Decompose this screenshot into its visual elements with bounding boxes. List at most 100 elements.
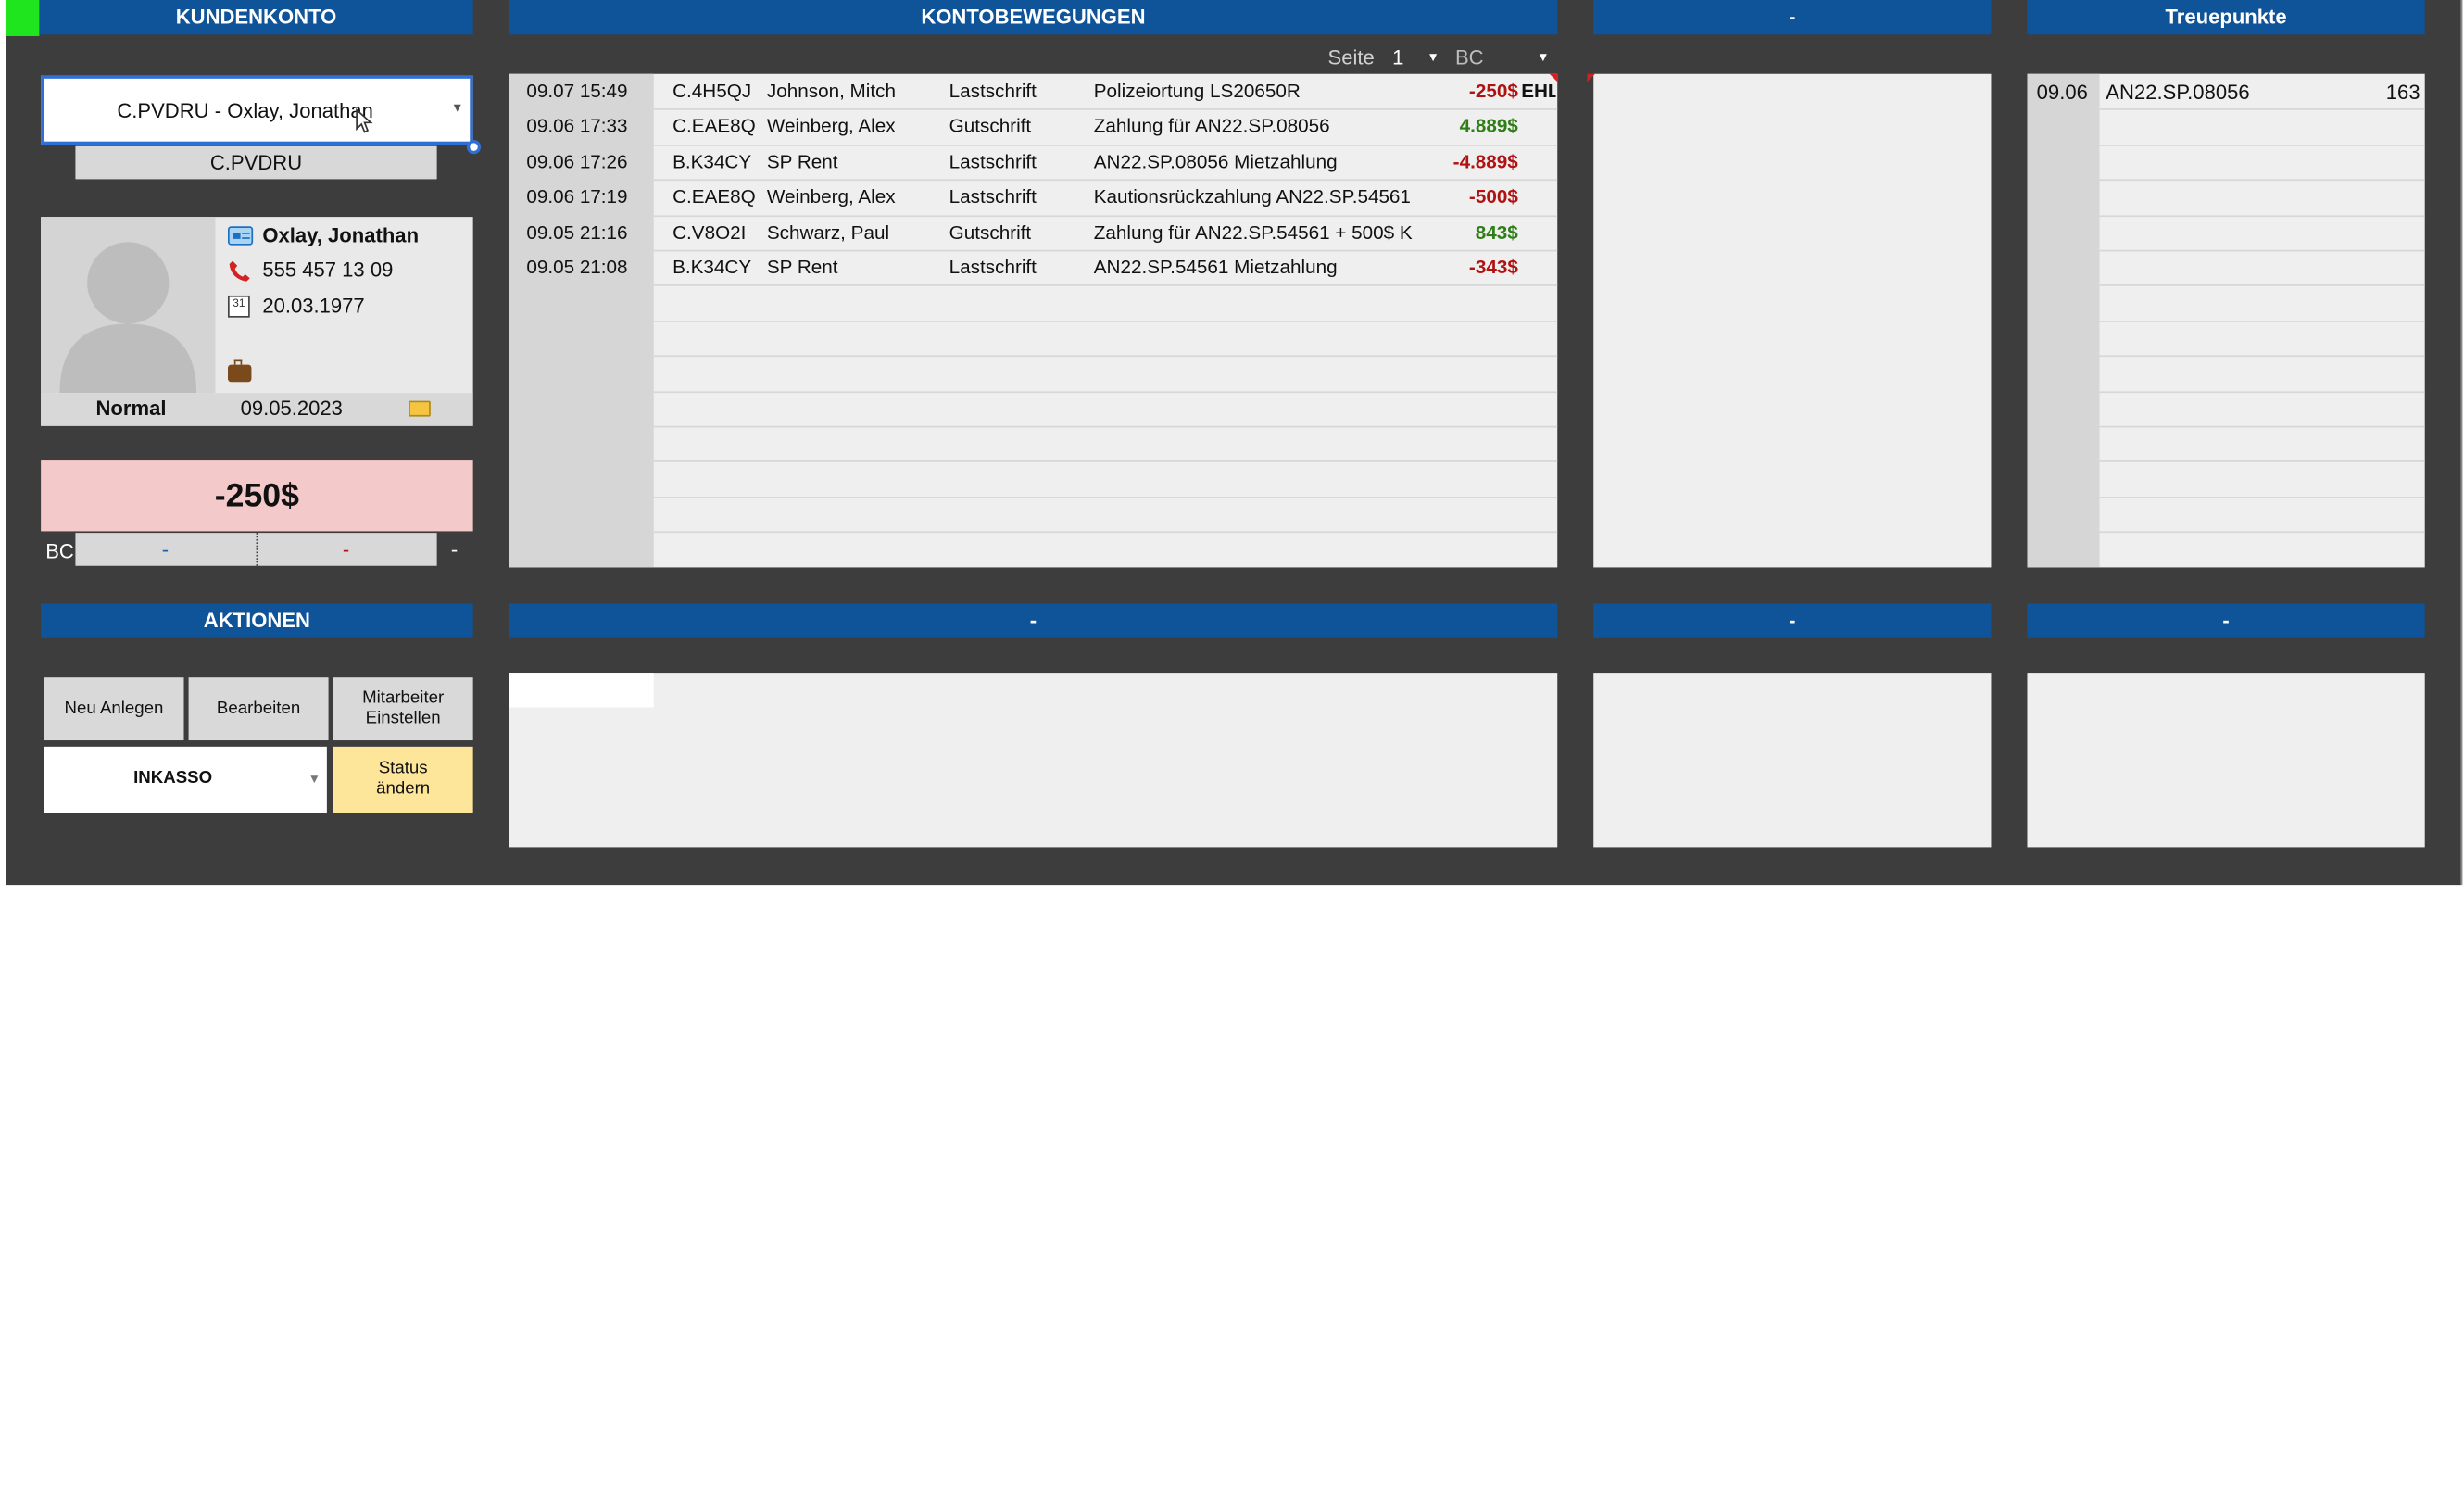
cell-type: Lastschrift: [949, 256, 1037, 279]
inkasso-select[interactable]: INKASSO ▼: [44, 746, 327, 813]
balance-box: -250$: [41, 460, 473, 532]
customer-selector[interactable]: C.PVDRU - Oxlay, Jonathan ▼: [41, 75, 473, 145]
cell-extra: EHL: [1521, 80, 1556, 103]
status-change-button[interactable]: Status ändern: [333, 746, 473, 813]
bottom-mid-cell: [509, 673, 654, 708]
loyalty-gridline: [2099, 460, 2425, 463]
header-kontobewegungen: KONTOBEWEGUNGEN: [509, 0, 1558, 35]
mouse-cursor-icon: [356, 108, 373, 133]
header-treuepunkte: Treuepunkte: [2027, 0, 2425, 35]
header-third: -: [1593, 0, 1992, 35]
header-aktionen: AKTIONEN: [41, 603, 473, 638]
avatar: [41, 217, 216, 394]
green-marker: [6, 0, 40, 37]
cell-desc: Kautionsrückzahlung AN22.SP.54561: [1093, 185, 1411, 208]
cell-amount: -250$: [1468, 80, 1518, 103]
customer-name: Oxlay, Jonathan: [262, 222, 420, 247]
transactions-panel: 09.07 15:49 C.4H5QJ Johnson, Mitch Lastschr…: [509, 73, 1558, 568]
table-gridline: [653, 320, 1558, 322]
third-panel: [1593, 73, 1992, 568]
header-kundenkonto: KUNDENKONTO: [39, 0, 473, 35]
loyalty-row[interactable]: 09.06 AN22.SP.08056 163: [2027, 74, 2424, 109]
right-edge-border: [2460, 0, 2463, 886]
cell-desc: AN22.SP.08056 Mietzahlung: [1093, 150, 1338, 173]
loyalty-cell-ref: AN22.SP.08056: [2106, 80, 2250, 104]
loyalty-gridline: [2099, 355, 2425, 358]
customer-code-box: C.PVDRU: [75, 145, 437, 180]
cell-name: Weinberg, Alex: [766, 185, 896, 208]
bc-value-3: -: [450, 537, 459, 561]
loyalty-gridline: [2099, 496, 2425, 498]
staff-settings-label-1: Mitarbeiter: [362, 688, 445, 708]
table-gridline: [653, 390, 1558, 393]
cell-desc: AN22.SP.54561 Mietzahlung: [1093, 256, 1338, 279]
edit-button[interactable]: Bearbeiten: [188, 677, 329, 741]
cell-type: Gutschrift: [949, 115, 1032, 138]
new-button-label: Neu Anlegen: [64, 699, 164, 718]
cell-name: Johnson, Mitch: [766, 80, 896, 103]
dropdown-arrow-icon[interactable]: ▼: [451, 101, 463, 115]
status-change-label-2: ändern: [376, 779, 431, 799]
customer-status: Normal: [95, 396, 167, 420]
cell-type: Lastschrift: [949, 185, 1037, 208]
inkasso-dropdown-arrow-icon[interactable]: ▼: [308, 772, 321, 786]
briefcase-icon: [227, 359, 252, 383]
table-gridline: [653, 284, 1558, 287]
loyalty-gridline: [2099, 284, 2425, 287]
page-label: Seite: [1327, 45, 1375, 69]
header-bottom-third: -: [1593, 603, 1992, 638]
cell-desc: Zahlung für AN22.SP.08056: [1093, 115, 1330, 138]
page-dropdown-arrow-icon[interactable]: ▼: [1427, 50, 1439, 64]
cell-code: B.K34CY: [673, 150, 752, 173]
folder-icon[interactable]: [409, 400, 431, 417]
customer-phone: 555 457 13 09: [262, 258, 394, 282]
loyalty-date-column-bg: [2027, 73, 2100, 568]
page-number[interactable]: 1: [1392, 45, 1403, 69]
table-row[interactable]: 09.07 15:49 C.4H5QJ Johnson, Mitch Lastschr…: [509, 74, 1556, 109]
staff-settings-button[interactable]: Mitarbeiter Einstellen: [333, 677, 473, 741]
new-button[interactable]: Neu Anlegen: [44, 677, 184, 741]
cell-datetime: 09.05 21:16: [526, 220, 628, 244]
table-row[interactable]: 09.05 21:08 B.K34CY SP Rent Lastschrift AN22…: [509, 250, 1556, 285]
bc-divider: [256, 533, 258, 566]
cell-name: Weinberg, Alex: [766, 115, 896, 138]
loyalty-gridline: [2099, 249, 2425, 252]
loyalty-gridline: [2099, 425, 2425, 428]
cell-code: C.EAE8Q: [673, 115, 756, 138]
table-gridline: [653, 425, 1558, 428]
filter-dropdown-arrow-icon[interactable]: ▼: [1537, 50, 1549, 64]
cell-datetime: 09.07 15:49: [526, 80, 628, 103]
cell-name: SP Rent: [766, 256, 838, 279]
cell-type: Gutschrift: [949, 220, 1032, 244]
cell-code: C.4H5QJ: [673, 80, 752, 103]
table-row[interactable]: 09.06 17:33 C.EAE8Q Weinberg, Alex Gutschri…: [509, 109, 1556, 145]
cell-amount: -500$: [1468, 185, 1518, 208]
bottom-right-panel: [2027, 673, 2425, 848]
phone-icon: [229, 260, 250, 282]
cell-amount: -343$: [1468, 256, 1518, 279]
loyalty-panel: 09.06 AN22.SP.08056 163: [2027, 73, 2425, 568]
table-row[interactable]: 09.06 17:19 C.EAE8Q Weinberg, Alex Lastschr…: [509, 180, 1556, 215]
cell-name: SP Rent: [766, 150, 838, 173]
header-bottom-right: -: [2027, 603, 2425, 638]
cell-datetime: 09.05 21:08: [526, 256, 628, 279]
balance-value: -250$: [214, 477, 299, 514]
cell-type: Lastschrift: [949, 80, 1037, 103]
cell-datetime: 09.06 17:19: [526, 185, 628, 208]
customer-selector-value: C.PVDRU - Oxlay, Jonathan: [117, 98, 373, 123]
bottom-third-panel: [1593, 673, 1992, 848]
filter-value[interactable]: BC: [1455, 45, 1484, 69]
table-row[interactable]: 09.06 17:26 B.K34CY SP Rent Lastschrift AN22…: [509, 145, 1556, 180]
selection-handle[interactable]: [466, 139, 482, 155]
cell-name: Schwarz, Paul: [766, 220, 890, 244]
bc-label: BC: [45, 538, 74, 563]
header-bottom-mid: -: [509, 603, 1558, 638]
inkasso-value: INKASSO: [133, 768, 213, 788]
bottom-mid-panel: [509, 673, 1558, 848]
table-row[interactable]: 09.05 21:16 C.V8O2I Schwarz, Paul Gutschrif…: [509, 215, 1556, 250]
table-gridline: [653, 496, 1558, 498]
loyalty-cell-points: 163: [2385, 80, 2420, 104]
loyalty-cell-date: 09.06: [2036, 80, 2088, 104]
cell-code: C.V8O2I: [673, 220, 747, 244]
cell-desc: Zahlung für AN22.SP.54561 + 500$ K: [1093, 220, 1413, 244]
